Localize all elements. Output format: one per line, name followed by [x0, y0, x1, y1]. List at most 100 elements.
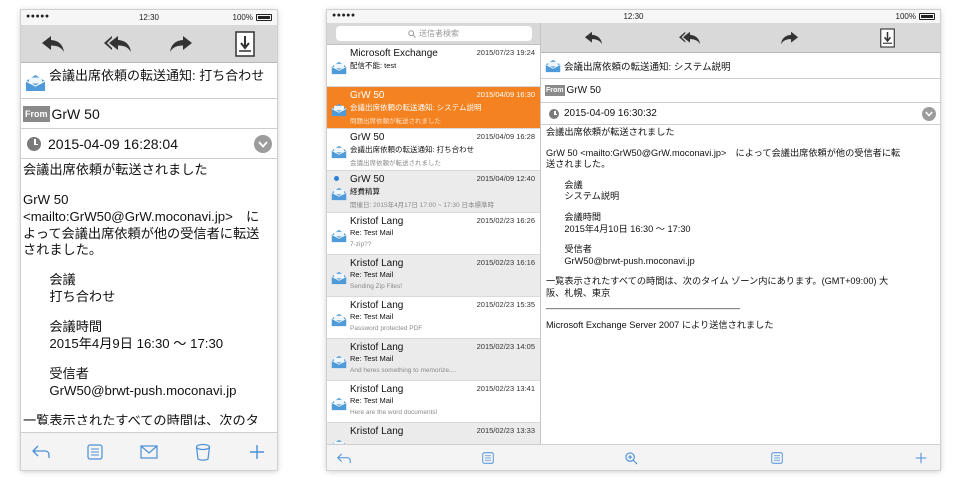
message-date: 2015/02/23 14:05: [476, 342, 535, 351]
back-icon[interactable]: [335, 450, 353, 466]
reply-icon[interactable]: [39, 32, 67, 56]
chevron-down-icon[interactable]: [922, 107, 936, 121]
zoom-icon[interactable]: [622, 450, 640, 466]
bottom-toolbar: [327, 444, 940, 470]
body-line: 会議時間: [546, 212, 602, 223]
message-list-item[interactable]: Kristof Lang 2015/02/23 14:05 Re: Test Mai…: [327, 339, 540, 381]
body-line: 受信者: [23, 365, 89, 381]
list-icon[interactable]: [83, 441, 107, 463]
envelope-icon: [545, 59, 561, 73]
message-preview: Password protected PDF: [350, 325, 423, 332]
body-line: 阪、札幌、東京: [546, 287, 611, 298]
message-date: 2015/02/23 16:16: [476, 258, 535, 267]
body-line: 2015年4月9日 16:30 〜 17:30: [23, 335, 224, 351]
date-row: 2015-04-09 16:30:32: [541, 103, 940, 125]
message-list-item[interactable]: Kristof Lang 2015/02/23 15:35 Re: Test Mai…: [327, 297, 540, 339]
message-date: 2015/04/09 12:40: [476, 174, 535, 183]
forward-icon[interactable]: [167, 32, 195, 56]
reply-all-icon[interactable]: [677, 28, 703, 48]
search-icon: [408, 29, 416, 38]
message-preview: And heres something to memorize....: [350, 367, 457, 374]
message-toolbar: [21, 25, 277, 63]
from-tag: From: [23, 105, 50, 122]
message-date: 2015/02/23 13:41: [476, 384, 535, 393]
message-subject: 経費精算: [350, 187, 380, 196]
trash-icon[interactable]: [191, 441, 215, 463]
message-list-item[interactable]: GrW 50 2015/04/09 16:28 会議出席依頼の転送通知: 打ち合わせ…: [327, 129, 540, 171]
reply-all-icon[interactable]: [103, 32, 133, 56]
message-subject: Re: Test Mail: [350, 312, 394, 321]
from-tag: From: [545, 85, 565, 96]
search-input[interactable]: 送信者検索: [335, 26, 532, 41]
message-list-item[interactable]: Kristof Lang 2015/02/23 16:16 Re: Test Mai…: [327, 255, 540, 297]
body-line: [546, 203, 935, 212]
body-line: [23, 179, 275, 192]
body-line: システム説明: [546, 191, 620, 202]
from-name[interactable]: GrW 50: [52, 106, 100, 122]
message-list-item[interactable]: Kristof Lang 2015/02/23 16:26 Re: Test Mai…: [327, 213, 540, 255]
message-list-item[interactable]: Kristof Lang 2015/02/23 13:33: [327, 423, 540, 444]
message-sender: GrW 50: [350, 132, 385, 143]
save-download-icon[interactable]: [878, 26, 896, 50]
body-line: 送されました。: [546, 159, 611, 170]
body-line: [23, 259, 275, 272]
message-preview: 7-zip??: [350, 241, 372, 248]
message-list-item[interactable]: Microsoft Exchange 2015/07/23 19:24 配信不能: …: [327, 45, 540, 87]
subject-row: 会議出席依頼の転送通知: システム説明: [541, 53, 940, 79]
battery-icon: [919, 13, 935, 20]
body-line: GrW 50 <mailto:GrW50@GrW.moconavi.jp> によ…: [546, 147, 901, 158]
body-line: [546, 139, 935, 148]
status-bar: ●●●●● 12:30 100%: [21, 10, 277, 25]
envelope-icon: [331, 187, 347, 201]
message-list-pane: 送信者検索 Microsoft Exchange 2015/07/23 19:24…: [327, 23, 541, 444]
message-list-item[interactable]: Kristof Lang 2015/02/23 13:41 Re: Test Mai…: [327, 381, 540, 423]
back-icon[interactable]: [29, 441, 53, 463]
body-line: GrW50@brwt-push.moconavi.jp: [23, 382, 237, 398]
message-date: 2015-04-09 16:28:04: [48, 135, 178, 152]
message-sender: Microsoft Exchange: [350, 48, 438, 59]
body-line: 打ち合わせ: [23, 289, 116, 305]
message-subject: 会議出席依頼の転送通知: システム説明: [564, 61, 731, 73]
envelope-icon: [331, 397, 347, 411]
bottom-toolbar: [21, 432, 277, 470]
unread-dot: [334, 176, 339, 181]
message-subject: 配信不能: test: [350, 61, 397, 70]
body-line: [23, 400, 275, 413]
message-subject: 会議出席依頼の転送通知: 打ち合わせ: [49, 68, 265, 83]
message-sender: Kristof Lang: [350, 384, 404, 395]
list-icon[interactable]: [768, 450, 786, 466]
body-line: Microsoft Exchange Server 2007 により送信されまし…: [546, 320, 774, 331]
body-line: されました。: [23, 242, 103, 258]
from-name[interactable]: GrW 50: [567, 85, 601, 96]
body-line: 2015年4月10日 16:30 〜 17:30: [546, 223, 691, 234]
battery-indicator: 100%: [896, 12, 935, 21]
add-icon[interactable]: [912, 450, 930, 466]
add-icon[interactable]: [245, 441, 269, 463]
body-line: <mailto:GrW50@GrW.moconavi.jp> に: [23, 208, 260, 224]
from-row: From GrW 50: [541, 79, 940, 103]
save-download-icon[interactable]: [233, 30, 257, 58]
body-line: GrW 50: [23, 191, 69, 207]
message-list-item[interactable]: GrW 50 2015/04/09 16:30 会議出席依頼の転送通知: システム説…: [327, 87, 540, 129]
forward-icon[interactable]: [777, 28, 801, 48]
phone-screen: ●●●●● 12:30 100% 会議出席依頼の転送通知: 打ち合わせ From…: [21, 10, 277, 470]
message-date: 2015/02/23 16:26: [476, 216, 535, 225]
envelope-icon: [331, 145, 347, 159]
message-subject: 会議出席依頼の転送通知: 打ち合わせ: [350, 145, 475, 154]
message-sender: GrW 50: [350, 174, 385, 185]
message-list: Microsoft Exchange 2015/07/23 19:24 配信不能: …: [327, 45, 540, 444]
list-icon[interactable]: [479, 450, 497, 466]
message-preview: Sending Zip Files!: [350, 283, 403, 290]
envelope-icon: [25, 74, 46, 92]
chevron-down-icon[interactable]: [254, 135, 272, 153]
body-line: 一覧表示されたすべての時間は、次のタイム ゾーン内にあります。(GMT+09:0…: [546, 276, 889, 287]
mail-icon[interactable]: [137, 441, 161, 463]
message-list-item[interactable]: GrW 50 2015/04/09 12:40 経費精算 開催日: 2015年4月17…: [327, 171, 540, 213]
envelope-icon: [331, 103, 347, 117]
message-subject: Re: Test Mail: [350, 396, 394, 405]
message-date: 2015/04/09 16:30: [476, 90, 535, 99]
search-placeholder: 送信者検索: [419, 29, 459, 38]
reply-icon[interactable]: [581, 28, 605, 48]
battery-percent: 100%: [895, 12, 916, 21]
message-preview: 問題出席依頼が転送されました: [350, 118, 441, 125]
